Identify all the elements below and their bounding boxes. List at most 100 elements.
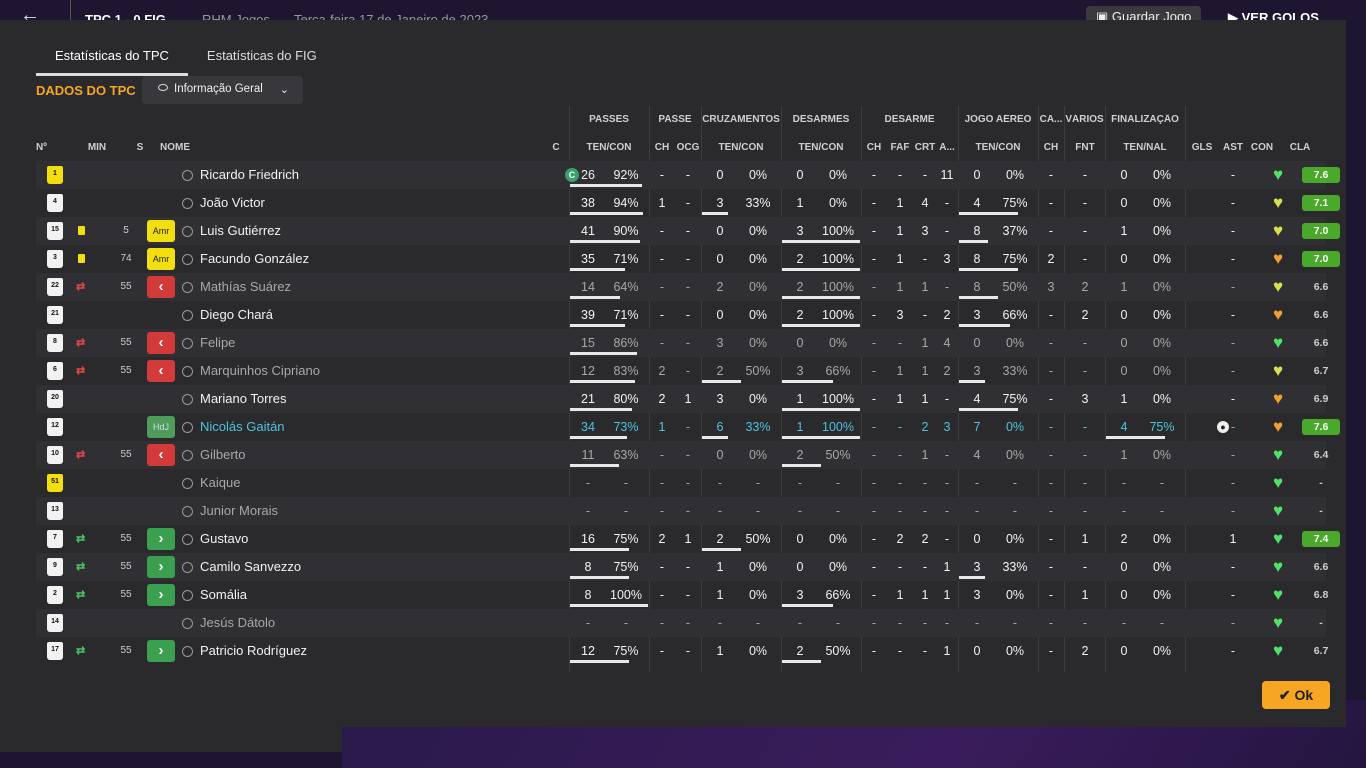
person-icon [182,450,193,461]
passe-ch: - [659,336,665,350]
passe-ch: - [659,616,665,630]
passe-ch: - [659,168,665,182]
aerial-percent: 0% [1005,532,1025,546]
column-header-cruz: TEN/CON [718,142,764,153]
heart-icon: ♥ [1272,473,1284,492]
passe-ch: 1 [658,420,666,434]
player-name[interactable]: Camilo Sanvezzo [200,553,301,581]
minute-value: 5 [123,225,129,236]
ca-ch: - [1048,224,1054,238]
desarme-a: 11 [940,168,954,182]
player-name[interactable]: Luis Gutiérrez [200,217,281,245]
column-header-dsm-crt: CRT [914,142,936,153]
passe-ch: 2 [658,364,666,378]
desarme-faf: 1 [896,588,904,602]
table-row[interactable]: 14 Jesús Dátolo - - - - - - - - - - - - - - - - - - - ♥ - [36,609,1326,637]
crosses-percent: 50% [745,532,771,546]
passe-ch: - [659,588,665,602]
shots-percent: 0% [1152,392,1172,406]
shots-attempts: 0 [1120,364,1128,378]
tab-fig-stats[interactable]: Estatísticas do FIG [188,42,336,76]
player-name[interactable]: Nicolás Gaitán [200,413,285,441]
crosses-percent: - [755,476,761,490]
player-name[interactable]: Somália [200,581,247,609]
desarme-crt: 1 [921,280,929,294]
shirt-icon: 1 [45,165,65,185]
player-name[interactable]: Patricio Rodríguez [200,637,307,665]
passe-ch: - [659,504,665,518]
assists: - [1230,644,1236,658]
player-name[interactable]: Gustavo [200,525,248,553]
table-row[interactable]: 2 ⇄ 55 › Somália 8 100% - -1 0% 3 66% -1 1 1 3 0% -1 0 0% - ♥… [36,581,1328,609]
player-name[interactable]: Mathías Suárez [200,273,291,301]
table-row[interactable]: 22 ⇄ 55 ‹ Mathías Suárez 14 64% - -2 0% 2 100% -1 1-8… [36,273,1328,301]
table-row[interactable]: 7 ⇄ 55 › Gustavo 16 75% 2 1 2 50% 0 0% -2 2-0 0% -1 2 0% 1 ♥… [36,525,1340,553]
table-row[interactable]: 3 74 Amr Facundo González 35 71% - -0 0% 2 100% -1-… [36,245,1340,273]
table-row[interactable]: 4 João Victor 38 94% 1-3 33% 1 0% -1 4-4 75% - -0 0% -… [36,189,1340,217]
ca-ch: - [1048,588,1054,602]
ca-ch: - [1048,560,1054,574]
minute-value: 55 [120,449,132,460]
group-header-desarmes: DESARMES [792,114,850,125]
rating-badge: - [1319,617,1323,629]
table-row[interactable]: 9 ⇄ 55 › Camilo Sanvezzo 8 75% - -1 0% 0 0% - - -1 3 33%… [36,553,1328,581]
passe-ch: - [659,448,665,462]
player-name[interactable]: Diego Chará [200,301,273,329]
shirt-number: 20 [51,394,59,401]
column-header-num: Nº [36,142,47,153]
heart-icon: ♥ [1272,193,1284,212]
player-name[interactable]: Mariano Torres [200,385,286,413]
desarme-a: 1 [943,588,951,602]
table-row[interactable]: 1 Ricardo Friedrich C 26 92% - -0 0% 0 0% - - -11 0 0%… [36,161,1340,189]
player-name[interactable]: Ricardo Friedrich [200,161,299,189]
tackles-bar [782,408,860,411]
minute-value: 74 [120,253,132,264]
passe-ch: 2 [658,532,666,546]
ok-button[interactable]: ✔ Ok [1262,681,1330,709]
shots-percent: 0% [1152,364,1172,378]
table-row[interactable]: 51 Kaique - - - - - - - - - - - - - - - - - - - ♥ - [36,469,1326,497]
table-row[interactable]: 8 ⇄ 55 ‹ Felipe 15 86% - -3 0% 0 0% - -1 4 0 0% - -0 0% - ♥ 6.… [36,329,1328,357]
chevron-left-icon: ‹ [147,360,175,382]
rating-badge: 7.6 [1302,167,1340,183]
table-row[interactable]: 6 ⇄ 55 ‹ Marquinhos Cipriano 12 83% 2-2 50% 3 66% -… [36,357,1328,385]
aerial-attempts: 4 [973,448,981,462]
player-name[interactable]: Marquinhos Cipriano [200,357,320,385]
passe-ch: - [659,280,665,294]
table-row[interactable]: 20 Mariano Torres 21 80% 2 1 3 0% 1 100% -1 1-4 75% -… [36,385,1328,413]
view-dropdown[interactable]: Informação Geral ⌄ [142,76,303,104]
passes-bar [570,408,632,411]
passe-ocg: 1 [684,392,692,406]
desarme-a: 1 [943,560,951,574]
assists: - [1230,392,1236,406]
player-name[interactable]: Felipe [200,329,235,357]
desarme-ch: - [871,196,877,210]
aerial-bar [959,296,998,299]
assists: - [1230,308,1236,322]
player-name[interactable]: Junior Morais [200,497,278,525]
player-name[interactable]: Facundo González [200,245,309,273]
passes-bar [570,604,648,607]
table-row[interactable]: 10 ⇄ 55 ‹ Gilberto 11 63% - -0 0% 2 50% - -1-4 0% - -1 0%… [36,441,1328,469]
varios-fnt: 2 [1081,644,1089,658]
assists: - [1230,476,1236,490]
sub-in-icon: ⇄ [76,589,86,601]
table-row[interactable]: 17 ⇄ 55 › Patricio Rodríguez 12 75% - -1 0% 2 50% - -… [36,637,1328,665]
shirt-icon: 10 [45,445,65,465]
shirt-number: 51 [51,478,59,485]
tackles-attempts: 0 [796,336,804,350]
player-name[interactable]: Jesús Dátolo [200,609,275,637]
player-name[interactable]: Gilberto [200,441,246,469]
player-name[interactable]: Kaique [200,469,240,497]
player-name[interactable]: João Victor [200,189,265,217]
table-row[interactable]: 12 HdJ Nicolás Gaitán 34 73% 1-6 33% 1 100% - -2 3 7… [36,413,1340,441]
tab-tpc-stats[interactable]: Estatísticas do TPC [36,42,188,76]
status-badge: Amr [147,220,175,242]
chevron-right-icon: › [147,556,175,578]
table-row[interactable]: 13 Junior Morais - - - - - - - - - - - - - - - - - - - ♥ - [36,497,1326,525]
desarme-faf: - [897,420,903,434]
table-row[interactable]: 15 5 Amr Luis Gutiérrez 41 90% - -0 0% 3 100% -1 3-8… [36,217,1340,245]
table-row[interactable]: 21 Diego Chará 39 71% - -0 0% 2 100% -3-2 3 66% -2 0 0… [36,301,1328,329]
sub-in-icon: ⇄ [76,533,86,545]
column-header-fin: TEN/NAL [1123,142,1167,153]
